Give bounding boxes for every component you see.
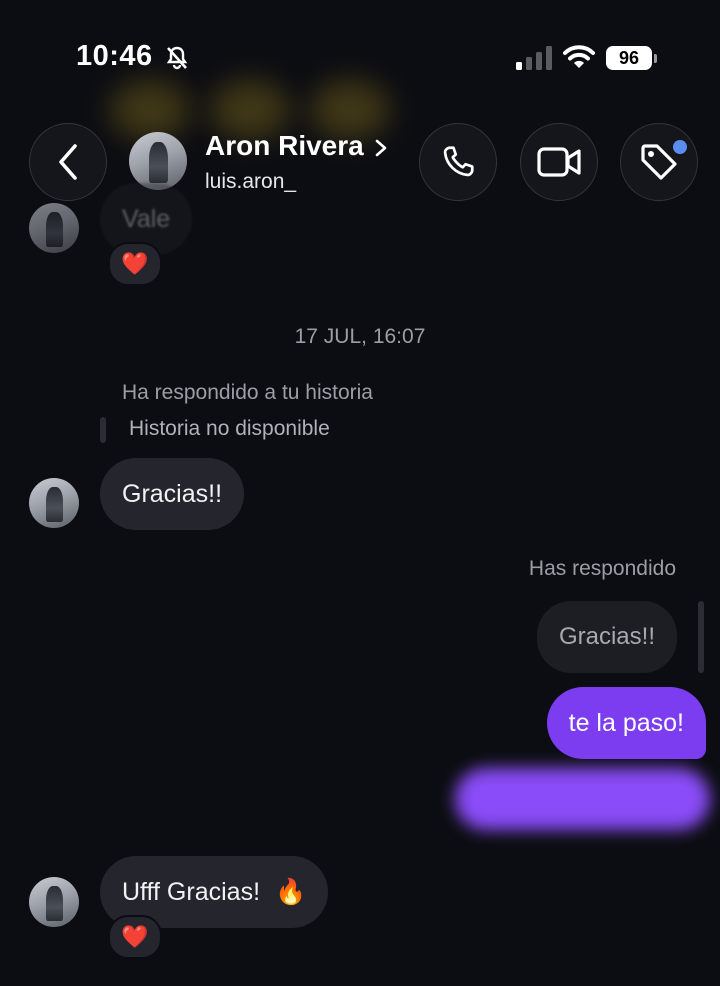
story-unavailable[interactable]: Historia no disponible — [129, 417, 330, 441]
chevron-left-icon — [59, 144, 77, 180]
sender-avatar[interactable] — [29, 877, 79, 927]
message-text: Ufff Gracias! — [122, 878, 261, 906]
contact-avatar[interactable] — [129, 132, 187, 190]
fire-emoji: 🔥 — [274, 878, 307, 906]
video-call-button[interactable] — [520, 123, 598, 201]
message-bubble-incoming[interactable]: Gracias!! — [100, 458, 245, 530]
chevron-right-icon — [375, 139, 387, 157]
back-button[interactable] — [29, 123, 107, 201]
reply-quote-bar — [698, 601, 704, 673]
blurred-message — [110, 80, 190, 140]
heart-reaction: ❤️ — [121, 924, 149, 949]
sender-avatar[interactable] — [29, 203, 79, 253]
quoted-text: Gracias!! — [558, 623, 655, 650]
contact-handle[interactable]: luis.aron_ — [205, 170, 296, 194]
reaction-badge[interactable]: ❤️ — [108, 915, 162, 959]
you-replied-label: Has respondido — [528, 557, 676, 580]
message-bubble-outgoing[interactable]: te la paso! — [546, 687, 706, 759]
reaction-badge[interactable]: ❤️ — [108, 242, 162, 286]
message-timestamp: 17 JUL, 16:07 — [294, 325, 426, 348]
call-button[interactable] — [419, 123, 497, 201]
blurred-message-outgoing[interactable] — [455, 768, 710, 830]
sender-avatar[interactable] — [29, 478, 79, 528]
message-text: Gracias!! — [122, 480, 223, 508]
video-camera-icon — [537, 147, 581, 177]
wifi-icon — [563, 45, 595, 68]
notification-dot — [673, 140, 687, 154]
cellular-signal-icon — [516, 46, 552, 70]
bell-slash-icon — [166, 46, 188, 70]
contact-name[interactable]: Aron Rivera — [205, 130, 364, 162]
phone-icon — [443, 146, 474, 177]
message-text: te la paso! — [568, 709, 684, 737]
battery-level: 96 — [606, 46, 652, 70]
battery-indicator: 96 — [606, 46, 658, 72]
heart-reaction: ❤️ — [121, 251, 149, 276]
message-text: Vale — [122, 205, 171, 233]
status-time: 10:46 — [76, 40, 153, 72]
story-quote-bar — [100, 417, 106, 443]
quoted-message-bubble[interactable]: Gracias!! — [536, 601, 677, 673]
tag-button[interactable] — [620, 123, 698, 201]
story-reply-label: Ha respondido a tu historia — [122, 381, 373, 404]
